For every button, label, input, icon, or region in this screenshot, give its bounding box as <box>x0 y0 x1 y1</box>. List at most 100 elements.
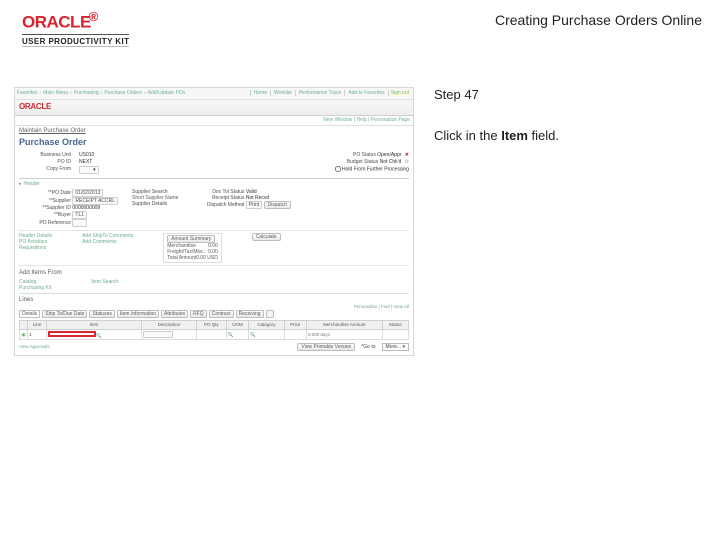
poid-label: PO ID <box>19 159 71 165</box>
postatus-value: Open/Appr <box>377 152 401 158</box>
logo-dot-icon: ® <box>89 9 98 24</box>
purchasing-kit-link[interactable]: Purchasing Kit <box>19 285 51 291</box>
dispatch-button[interactable]: Dispatch <box>264 201 291 209</box>
cell-status <box>382 329 408 339</box>
grid-actions[interactable]: Personalize | Find | View All <box>19 304 409 309</box>
poref-input[interactable] <box>72 219 86 227</box>
col-cat: Category <box>249 321 285 329</box>
copy-select[interactable]: ▾ <box>79 166 99 174</box>
breadcrumb[interactable]: Add/Update POs <box>148 90 186 96</box>
calculate-button[interactable]: Calculate <box>252 233 281 241</box>
page-actions-links[interactable]: New Window | Help | Personalize Page <box>323 117 410 123</box>
podate-label: *PO Date <box>19 190 71 196</box>
col-qty: PO Qty <box>196 321 226 329</box>
col-amount: Merchandise Amount <box>306 321 382 329</box>
disp-label: Dispatch Method <box>192 202 244 208</box>
table-row: ▣ 1 🔍 🔍 🔍 0.000 days <box>20 329 409 339</box>
tab-details[interactable]: Details <box>19 310 40 318</box>
item-field[interactable] <box>48 331 96 337</box>
instruction-bold: Item <box>501 128 528 143</box>
requisitions-link[interactable]: Requisitions <box>19 245 52 251</box>
total-label: Total Amount <box>167 255 196 261</box>
poid-value: NEXT <box>79 159 92 165</box>
lookup-icon[interactable]: 🔍 <box>250 332 256 337</box>
hold-checkbox[interactable] <box>335 166 341 172</box>
oracle-logo: ORACLE® <box>22 10 129 31</box>
tab-iteminfo[interactable]: Item Information <box>117 310 159 318</box>
oracle-logo: ORACLE <box>19 102 51 112</box>
rcpt-label: Receipt Status <box>192 195 244 201</box>
rcpt-value: Not Recvd <box>246 195 269 201</box>
poref-label: PO Reference <box>19 220 71 226</box>
cell-qty[interactable] <box>196 329 226 339</box>
supplier-search-link[interactable]: Supplier Search <box>132 189 168 195</box>
header-details-link[interactable]: Header Details <box>19 233 52 239</box>
hold-label: Hold From Further Processing <box>342 166 409 172</box>
breadcrumb[interactable]: Purchase Orders <box>104 90 142 96</box>
col-blank <box>20 321 28 329</box>
tab-rfq[interactable]: RFQ <box>190 310 207 318</box>
breadcrumb[interactable]: Favorites <box>17 90 38 96</box>
col-line: Line <box>28 321 47 329</box>
nav-home[interactable]: Home <box>250 90 267 96</box>
nav-signout[interactable]: Sign out <box>388 90 411 96</box>
topic-title: Creating Purchase Orders Online <box>495 12 702 28</box>
row-expand-icon[interactable]: ▣ <box>20 329 28 339</box>
expand-icon[interactable] <box>266 310 274 318</box>
budget-label: Budget Status <box>347 159 378 165</box>
lookup-icon[interactable]: 🔍 <box>228 332 234 337</box>
goto-select[interactable]: More... ▾ <box>382 343 409 351</box>
step-instruction: Click in the Item field. <box>434 128 702 143</box>
global-nav: Home Worklist Performance Trace Add to F… <box>250 90 411 96</box>
header-links-2: Add ShipTo Comments Add Comments <box>82 233 133 263</box>
buyer-input[interactable]: TL1 <box>72 211 87 219</box>
tab-attributes[interactable]: Attributes <box>161 310 188 318</box>
lines-grid: Line Item Description PO Qty UOM Categor… <box>19 320 409 340</box>
cell-uom[interactable]: 🔍 <box>226 329 249 339</box>
postatus-label: PO Status <box>353 152 376 158</box>
supplierid-label: *Supplier ID <box>19 205 71 211</box>
cell-price[interactable] <box>284 329 306 339</box>
shipto-comments-link[interactable]: Add ShipTo Comments <box>82 233 133 239</box>
instruction-pre: Click in the <box>434 128 501 143</box>
app-brand-bar: ORACLE <box>15 100 413 116</box>
view-approval-link[interactable]: View Approvals <box>19 344 50 349</box>
tab-statuses[interactable]: Statuses <box>89 310 114 318</box>
supplier-details-link[interactable]: Supplier Details <box>132 201 167 207</box>
view-printable-button[interactable]: View Printable Version <box>297 343 355 351</box>
additems-title: Add Items From <box>19 270 62 276</box>
nav-worklist[interactable]: Worklist <box>270 90 292 96</box>
cell-description[interactable] <box>141 329 196 339</box>
lookup-icon[interactable]: 🔍 <box>96 333 102 338</box>
nav-perf[interactable]: Performance Trace <box>295 90 342 96</box>
delete-icon[interactable]: ✖ <box>405 152 409 158</box>
tab-shipto[interactable]: Ship To/Due Date <box>42 310 87 318</box>
page-actions: New Window | Help | Personalize Page <box>15 116 413 126</box>
breadcrumb[interactable]: Main Menu <box>43 90 68 96</box>
header-links-1: Header Details PO Activities Requisition… <box>19 233 52 263</box>
dispatch-select[interactable]: Print <box>246 201 262 209</box>
refresh-icon[interactable]: ⟳ <box>405 159 409 165</box>
col-desc: Description <box>141 321 196 329</box>
breadcrumb[interactable]: Purchasing <box>74 90 99 96</box>
supplier-label: *Supplier <box>19 198 71 204</box>
nav-fav[interactable]: Add to Favorites <box>344 90 384 96</box>
supplier-input[interactable]: RECEIPT ACCRL <box>72 197 118 205</box>
header-section[interactable]: Header <box>19 178 409 187</box>
cell-category[interactable]: 🔍 <box>249 329 285 339</box>
amount-summary-button[interactable]: Amount Summary <box>167 235 215 243</box>
lines-tabs: Details Ship To/Due Date Statuses Item I… <box>19 310 409 318</box>
podate-input[interactable]: 01/02/2013 <box>72 189 103 197</box>
item-search-link[interactable]: Item Search <box>91 279 118 291</box>
tab-receiving[interactable]: Receiving <box>236 310 264 318</box>
oracle-wordmark: ORACLE <box>22 13 91 32</box>
page-title: Purchase Order <box>19 137 409 148</box>
grid-footer: View Approvals View Printable Version *G… <box>19 343 409 351</box>
divider <box>22 34 129 35</box>
content-row: Favorites› Main Menu› Purchasing› Purcha… <box>0 53 720 357</box>
bu-label: Business Unit <box>19 152 71 158</box>
add-comments-link[interactable]: Add Comments <box>82 239 133 245</box>
lines-title: Lines <box>19 297 409 304</box>
tab-contract[interactable]: Contract <box>209 310 234 318</box>
divider <box>22 46 129 47</box>
